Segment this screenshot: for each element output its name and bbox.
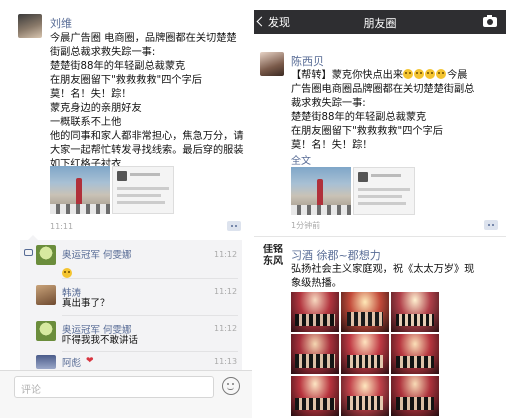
post-photo-stage[interactable] (291, 334, 339, 374)
author-avatar[interactable] (18, 14, 42, 38)
camera-icon[interactable] (483, 15, 497, 27)
author-avatar[interactable] (260, 52, 284, 76)
comment-time: 11:12 (214, 287, 238, 296)
post-divider (254, 236, 506, 237)
comment-author[interactable]: 阿彪 (62, 355, 81, 369)
post-photo-street[interactable] (50, 166, 110, 214)
post-photo-stage[interactable] (341, 334, 389, 374)
commenter-avatar[interactable] (36, 245, 56, 265)
comment-time: 11:13 (214, 357, 238, 366)
commenter-avatar[interactable] (36, 285, 56, 305)
post-photo-stage[interactable] (341, 376, 389, 416)
emoji-picker-icon[interactable] (222, 377, 240, 395)
commenter-avatar[interactable] (36, 355, 56, 369)
post-photo-stage[interactable] (391, 292, 439, 332)
post-time: 1分钟前 (291, 221, 321, 230)
post-photo-stage[interactable] (391, 334, 439, 374)
post-photo-screenshot[interactable] (353, 167, 415, 215)
post-body: 今晨广告圈 电商圈，品牌圈都在关切楚楚 街副总裁求救失踪一事: 楚楚街88年的年… (50, 33, 244, 170)
post-time: 11:11 (50, 222, 74, 231)
left-moments-screen: 刘维 今晨广告圈 电商圈，品牌圈都在关切楚楚 街副总裁求救失踪一事: 楚楚街88… (0, 0, 252, 418)
post-action-button[interactable] (484, 220, 498, 230)
post-photo-street[interactable] (291, 167, 351, 215)
commenter-avatar[interactable] (36, 321, 56, 341)
post-author-name[interactable]: 刘维 (50, 15, 72, 31)
post-photo-stage[interactable] (391, 376, 439, 416)
post-photo-stage[interactable] (341, 292, 389, 332)
comment-time: 11:12 (214, 324, 238, 333)
nav-title: 朋友圈 (363, 17, 397, 30)
comment-text: 真出事了？ (62, 298, 110, 309)
author-avatar[interactable]: 佳铭 东风 (258, 244, 288, 270)
avatar-calligraphy: 佳铭 东风 (263, 244, 283, 267)
emoji-icon (403, 69, 447, 81)
post-photo-stage[interactable] (291, 376, 339, 416)
post-photo-stage[interactable] (291, 292, 339, 332)
comment-text: 吓得我我不敢讲话 (62, 335, 139, 346)
post-photo-screenshot[interactable] (112, 166, 174, 214)
comment-input-placeholder: 评论 (21, 385, 41, 396)
post-body: 弘扬社会主义家庭观，祝《太太万岁》现 象级热播。 (291, 264, 475, 289)
comment-divider (62, 315, 238, 316)
post-body: 【帮转】蒙克你快点出来 今晨 广告圈电商圈品牌圈都在关切楚楚街副总 裁求救失踪一事… (291, 69, 475, 151)
nav-bar: 发现 朋友圈 (254, 10, 506, 34)
comment-divider (62, 278, 238, 279)
right-moments-screen: 发现 朋友圈 陈西贝 【帮转】蒙克你快点出来 今晨 广告圈电商圈品牌圈都在关切楚楚… (254, 0, 506, 418)
comment-time: 11:12 (214, 250, 238, 259)
comment-divider (62, 351, 238, 352)
comment-author[interactable]: 奥运冠军 何雯娜 (62, 247, 132, 261)
full-text-link[interactable]: 全文 (291, 152, 311, 167)
comment-icon (24, 249, 33, 256)
heart-icon: ❤ (86, 356, 94, 366)
comment-input[interactable]: 评论 (14, 376, 214, 398)
post-author-name[interactable]: 陈西贝 (291, 53, 324, 69)
post-author-name[interactable]: 习酒 徐郡~郡想力 (291, 247, 381, 263)
post-action-button[interactable] (227, 221, 241, 231)
